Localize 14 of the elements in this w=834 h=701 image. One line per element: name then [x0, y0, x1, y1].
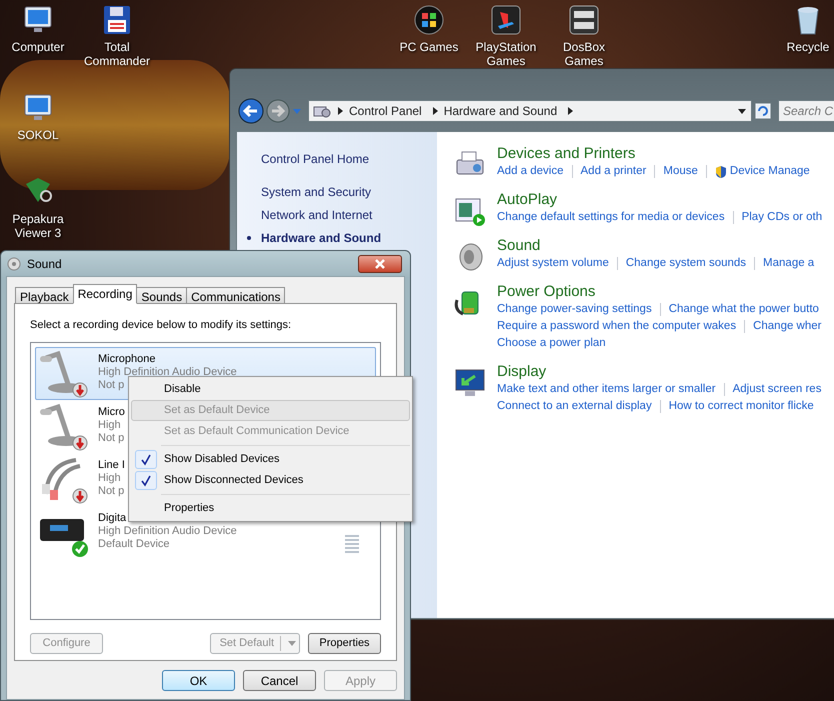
device-detail: Not p — [98, 432, 124, 444]
device-detail: High — [98, 472, 121, 484]
device-name: Microphone — [98, 352, 156, 366]
device-detail: Default Device — [98, 538, 170, 550]
device-name: Line I — [98, 458, 125, 472]
device-detail: High — [98, 418, 121, 432]
device-name: Micro — [98, 406, 125, 418]
device-detail: High Definition Audio Device — [98, 366, 237, 378]
device-name: Digita — [98, 512, 126, 524]
instruction-text: Select a recording device below to modify its settings: — [30, 318, 292, 333]
window-title: Sound — [27, 256, 63, 272]
device-detail: Not p — [98, 484, 124, 498]
device-detail: Not p — [98, 378, 124, 392]
device-detail: High Definition Audio Device — [98, 524, 237, 538]
